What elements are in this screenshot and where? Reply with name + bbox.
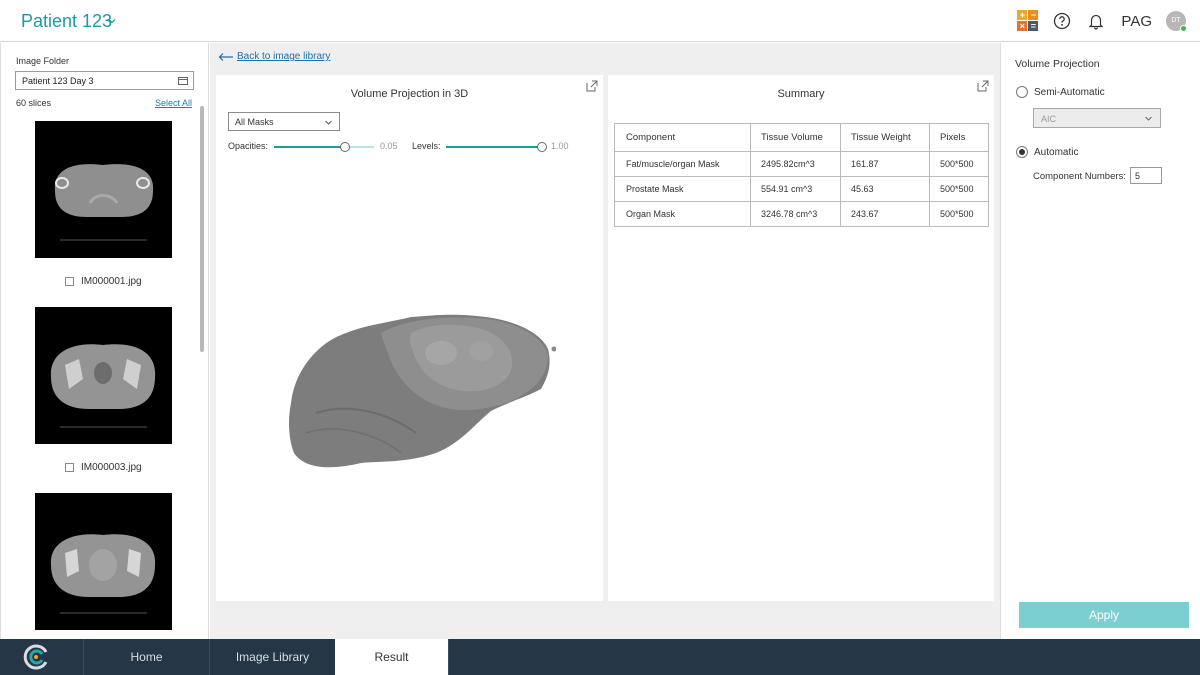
levels-slider[interactable] [446, 142, 547, 152]
image-folder-panel: Image Folder Patient 123 Day 3 60 slices… [0, 43, 209, 639]
table-cell: Organ Mask [614, 201, 751, 227]
table-header-row: Component Tissue Volume Tissue Weight Pi… [614, 123, 989, 152]
thumbnail-item[interactable]: IM000003.jpg [65, 462, 142, 473]
patient-title[interactable]: Patient 123 [21, 11, 112, 32]
online-status-dot [1180, 25, 1187, 32]
table-cell: Fat/muscle/organ Mask [614, 151, 751, 177]
user-code[interactable]: PAG [1121, 13, 1152, 30]
app-root: Patient 123 + − × = PAG DT Image Folder … [0, 0, 1200, 675]
table-cell: 243.67 [840, 201, 930, 227]
table-cell: 500*500 [929, 201, 989, 227]
header-icons: + − × = PAG DT [1017, 10, 1187, 32]
chevron-down-icon [325, 120, 332, 125]
folder-browse-icon[interactable] [178, 76, 188, 85]
levels-slider-knob[interactable] [537, 142, 547, 152]
summary-panel: Summary Component Tissue Volume Tissue W… [608, 75, 994, 601]
thumbnail-item[interactable]: IM000001.jpg [65, 276, 142, 287]
image-folder-field[interactable]: Patient 123 Day 3 [15, 71, 194, 90]
table-cell: 2495.82cm^3 [750, 151, 841, 177]
result-workspace: Back to image library Volume Projection … [210, 43, 1000, 639]
bell-icon[interactable] [1087, 12, 1105, 30]
mask-select[interactable]: All Masks [228, 112, 340, 131]
opacity-value: 0.05 [380, 141, 398, 151]
table-row: Prostate Mask 554.91 cm^3 45.63 500*500 [614, 176, 989, 202]
automatic-option[interactable]: Automatic [1016, 146, 1078, 158]
opacity-slider[interactable] [274, 142, 374, 152]
chevron-down-icon[interactable] [106, 15, 118, 27]
opacity-slider-fill [274, 146, 345, 148]
ct-slice-thumbnail[interactable] [35, 307, 172, 444]
3d-volume-render[interactable] [286, 293, 556, 473]
table-cell: 554.91 cm^3 [750, 176, 841, 202]
tab-home[interactable]: Home [83, 639, 209, 675]
semi-automatic-option[interactable]: Semi-Automatic [1016, 86, 1105, 98]
expand-icon[interactable] [586, 80, 598, 92]
table-row: Fat/muscle/organ Mask 2495.82cm^3 161.87… [614, 151, 989, 177]
image-folder-label: Image Folder [16, 56, 70, 66]
avatar-initials: DT [1171, 17, 1181, 24]
summary-table: Component Tissue Volume Tissue Weight Pi… [614, 123, 989, 227]
aic-select[interactable]: AIC [1033, 108, 1161, 128]
levels-slider-fill [446, 146, 546, 148]
help-icon[interactable] [1053, 12, 1071, 30]
volume-panel-title: Volume Projection in 3D [350, 88, 469, 100]
settings-title: Volume Projection [1015, 58, 1100, 70]
select-all-link[interactable]: Select All [155, 98, 192, 108]
volume-projection-settings: Volume Projection Semi-Automatic AIC Aut… [1000, 43, 1200, 639]
thumbnail-checkbox[interactable] [65, 463, 74, 472]
ct-slice-thumbnail[interactable] [35, 121, 172, 258]
table-row: Organ Mask 3246.78 cm^3 243.67 500*500 [614, 201, 989, 227]
column-header: Component [614, 123, 751, 152]
tab-result[interactable]: Result [335, 639, 448, 675]
table-cell: 3246.78 cm^3 [750, 201, 841, 227]
thumbnail-checkbox[interactable] [65, 277, 74, 286]
ct-slice-thumbnail[interactable] [35, 493, 172, 630]
back-link-label: Back to image library [237, 51, 331, 62]
arrow-left-icon [218, 52, 233, 61]
table-cell: 161.87 [840, 151, 930, 177]
thumbnail-filename: IM000003.jpg [81, 462, 142, 473]
tab-image-library[interactable]: Image Library [209, 639, 335, 675]
calculator-icon[interactable]: + − × = [1017, 10, 1039, 32]
levels-value: 1.00 [551, 141, 569, 151]
table-cell: 45.63 [840, 176, 930, 202]
column-header: Pixels [929, 123, 989, 152]
semi-automatic-label: Semi-Automatic [1034, 86, 1105, 98]
semi-automatic-radio[interactable] [1016, 86, 1028, 98]
app-logo-icon[interactable] [22, 644, 52, 670]
automatic-label: Automatic [1034, 146, 1079, 158]
chevron-down-icon [1145, 116, 1152, 121]
table-cell: 500*500 [929, 151, 989, 177]
back-to-library-link[interactable]: Back to image library [218, 51, 330, 62]
thumbnail-scrollbar[interactable] [200, 106, 204, 352]
image-folder-value: Patient 123 Day 3 [22, 76, 94, 86]
bottom-nav: Home Image Library Result [0, 639, 1200, 675]
summary-panel-title: Summary [777, 88, 825, 100]
top-header: Patient 123 + − × = PAG DT [0, 0, 1200, 42]
opacity-label: Opacities: [228, 141, 269, 151]
column-header: Tissue Weight [840, 123, 930, 152]
column-header: Tissue Volume [750, 123, 841, 152]
aic-select-value: AIC [1041, 114, 1057, 124]
thumbnail-filename: IM000001.jpg [81, 276, 142, 287]
opacity-slider-knob[interactable] [340, 142, 350, 152]
automatic-radio[interactable] [1016, 146, 1028, 158]
mask-select-value: All Masks [235, 117, 274, 127]
table-cell: Prostate Mask [614, 176, 751, 202]
table-cell: 500*500 [929, 176, 989, 202]
expand-icon[interactable] [977, 80, 989, 92]
volume-projection-panel: Volume Projection in 3D All Masks Opacit… [216, 75, 603, 601]
levels-label: Levels: [412, 141, 441, 151]
slice-count: 60 slices [16, 98, 52, 108]
avatar[interactable]: DT [1166, 11, 1187, 32]
apply-button[interactable]: Apply [1019, 602, 1189, 628]
component-numbers-label: Component Numbers: [1033, 171, 1126, 182]
nav-divider [448, 639, 449, 675]
component-numbers-input[interactable]: 5 [1130, 167, 1162, 184]
